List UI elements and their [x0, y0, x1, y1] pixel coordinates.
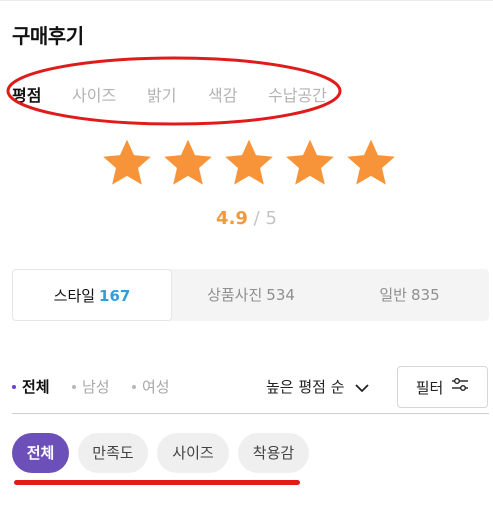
- chevron-down-icon: [355, 379, 369, 397]
- star-icon: [161, 136, 215, 190]
- sort-label: 높은 평점 순: [266, 378, 345, 396]
- segment-count: 534: [266, 286, 295, 304]
- gender-filter-all[interactable]: 전체: [12, 376, 50, 397]
- bullet-dot: [12, 384, 16, 389]
- gender-filter-label: 남성: [82, 378, 110, 396]
- filter-divider: [12, 413, 489, 414]
- sliders-icon: [451, 377, 469, 397]
- top-divider: [0, 0, 493, 1]
- gender-filter-male[interactable]: 남성: [72, 376, 110, 397]
- star-icon: [344, 136, 398, 190]
- bullet-dot: [132, 384, 136, 389]
- gender-filter-label: 전체: [22, 378, 50, 396]
- segment-label: 스타일: [53, 287, 96, 305]
- segment-label: 상품사진: [207, 286, 263, 304]
- score-value: 4.9: [216, 208, 248, 229]
- segment-style[interactable]: 스타일 167: [12, 269, 172, 321]
- segment-label: 일반: [379, 286, 407, 304]
- gender-filter-label: 여성: [142, 378, 170, 396]
- filter-button[interactable]: 필터: [397, 366, 488, 408]
- chip-satisfaction[interactable]: 만족도: [78, 433, 148, 473]
- annotation-underline: [14, 480, 300, 485]
- segment-photo[interactable]: 상품사진 534: [172, 269, 330, 321]
- star-icon: [222, 136, 276, 190]
- segment-count: 835: [410, 286, 440, 304]
- gender-filter-female[interactable]: 여성: [132, 376, 170, 397]
- segment-count: 167: [99, 287, 131, 305]
- star-icon: [100, 136, 154, 190]
- bullet-dot: [72, 384, 76, 389]
- score-max: 5: [265, 208, 277, 229]
- chip-size[interactable]: 사이즈: [157, 433, 229, 473]
- star-icon: [283, 136, 337, 190]
- rating-score: 4.9 / 5: [0, 208, 493, 229]
- sort-dropdown[interactable]: 높은 평점 순: [266, 376, 369, 397]
- segment-general[interactable]: 일반 835: [330, 269, 489, 321]
- section-title: 구매후기: [12, 24, 84, 48]
- filter-label: 필터: [415, 378, 444, 397]
- review-type-segmented-control: 스타일 167 상품사진 534 일반 835: [12, 269, 489, 321]
- chip-all[interactable]: 전체: [12, 433, 69, 473]
- annotation-ellipse: [6, 56, 342, 126]
- star-rating: [100, 136, 398, 196]
- score-separator: /: [253, 208, 260, 229]
- chip-fit[interactable]: 착용감: [238, 433, 309, 473]
